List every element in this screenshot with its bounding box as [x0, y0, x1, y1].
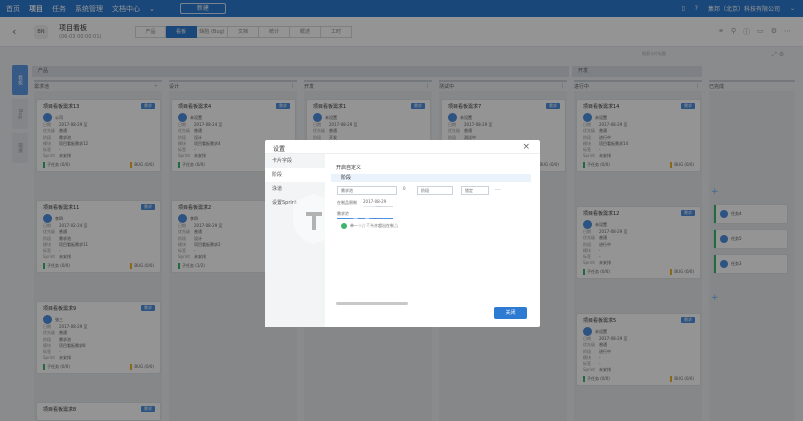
side-item-swimlanes[interactable]: 泳道	[265, 182, 325, 196]
dialog-body: 开启自定义 阶段 需求池 0 阶段 锁定 ... 在制品限制 2017-08-2…	[331, 160, 531, 229]
section-label: 开启自定义	[336, 165, 362, 171]
wip-checkbox-line[interactable]: 单一卡片不允许超出在制品	[341, 223, 531, 229]
stage-input-row: 需求池	[331, 209, 531, 221]
checkbox-label: 单一卡片不允许超出在制品	[350, 223, 398, 228]
horizontal-scrollbar[interactable]	[336, 302, 408, 305]
checkbox[interactable]	[341, 223, 347, 229]
wip-label: 在制品限制	[337, 200, 357, 205]
side-item-sprint[interactable]: 设置Sprint	[265, 196, 325, 210]
stage-list-header: 阶段	[331, 174, 531, 182]
dialog-sidebar: 卡片字段 阶段 泳道 设置Sprint	[265, 154, 325, 327]
dialog-title: 设置	[273, 146, 286, 153]
side-item-card-fields[interactable]: 卡片字段	[265, 154, 325, 168]
more-icon[interactable]: ...	[495, 185, 501, 192]
stage-name-input[interactable]: 需求池	[337, 186, 397, 195]
side-item-stages[interactable]: 阶段	[265, 168, 325, 182]
stage-row: 需求池 0 阶段 锁定 ...	[331, 184, 531, 197]
dialog-header: 设置 ×	[265, 140, 540, 154]
stage-count: 0	[403, 186, 406, 191]
close-button[interactable]: 关闭	[494, 307, 527, 319]
wip-row: 在制品限制 2017-08-29	[331, 197, 531, 209]
settings-dialog: 设置 × 卡片字段 阶段 泳道 设置Sprint 开启自定义 阶段 需求池 0 …	[265, 140, 540, 327]
stage-lock-select[interactable]: 锁定	[461, 186, 489, 195]
close-icon[interactable]: ×	[522, 142, 530, 152]
stage-type-select[interactable]: 阶段	[417, 186, 453, 195]
wip-input[interactable]: 2017-08-29	[363, 198, 393, 207]
stage-input[interactable]: 需求池	[337, 210, 393, 219]
